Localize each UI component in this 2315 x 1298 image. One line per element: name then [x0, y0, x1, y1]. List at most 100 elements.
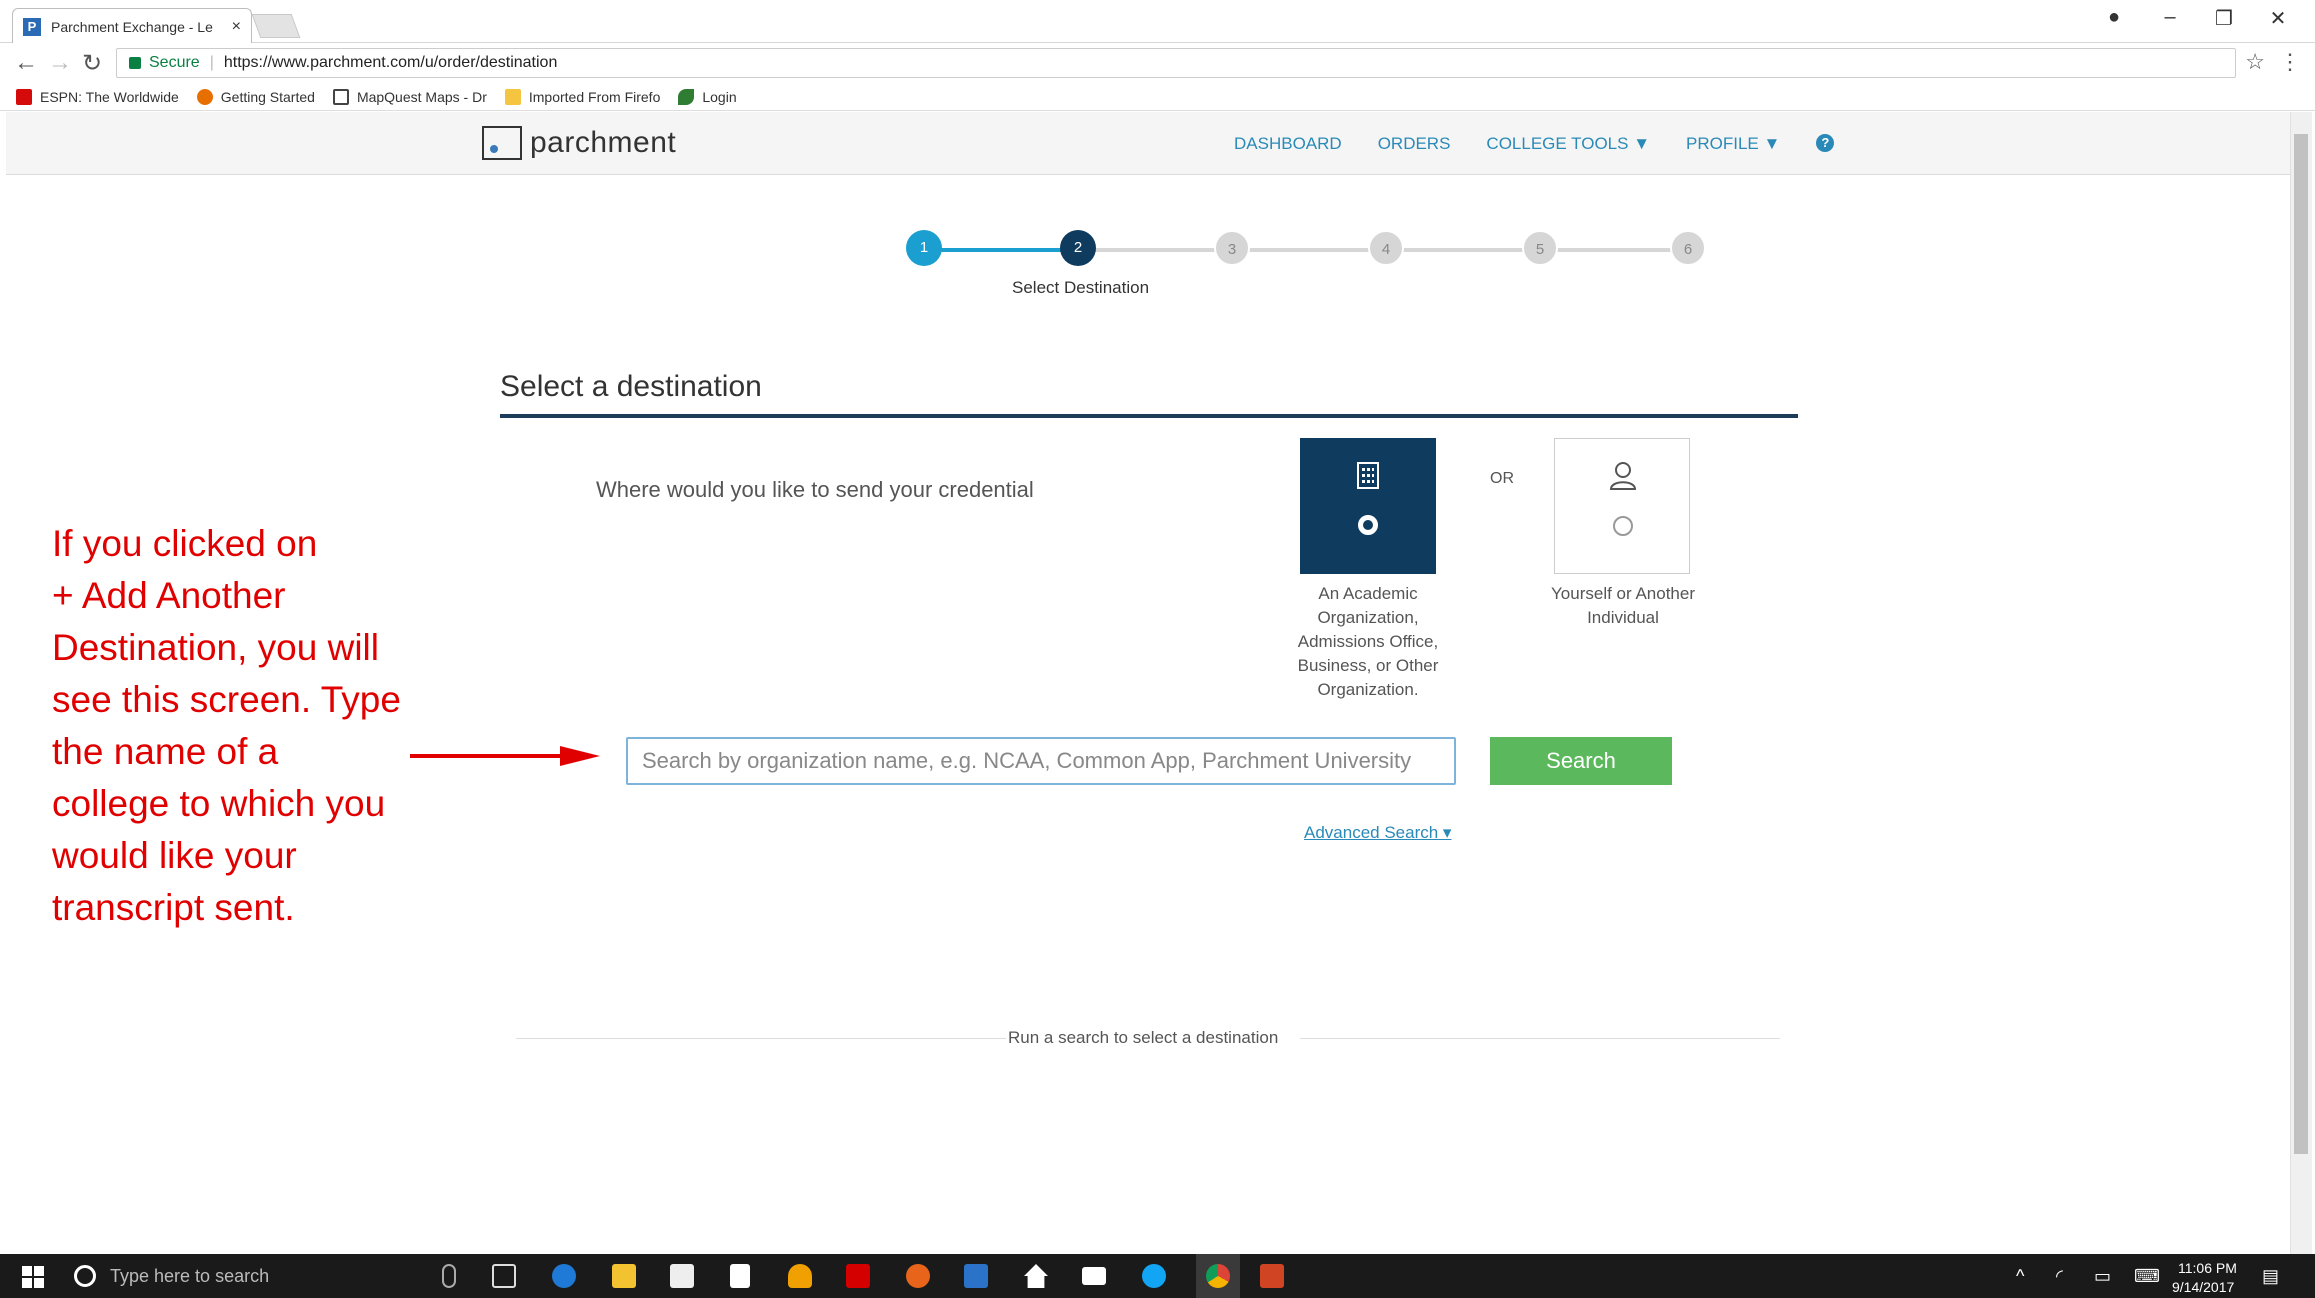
new-tab-button[interactable]: [251, 14, 301, 38]
choice-individual[interactable]: [1554, 438, 1690, 574]
parchment-favicon-icon: P: [23, 17, 41, 36]
powerpoint-icon[interactable]: [1260, 1264, 1284, 1288]
annotation-line: Destination, you will: [52, 627, 379, 668]
bookmark-label: ESPN: The Worldwide: [40, 88, 179, 105]
results-placeholder-text: Run a search to select a destination: [1008, 1028, 1279, 1047]
logo-mark-icon: [482, 126, 522, 160]
page-title: Select a destination: [500, 370, 762, 403]
windows-taskbar: Type here to search ^ ◜ ▭ ⌨ 11:06 PM 9/1…: [0, 1254, 2315, 1298]
url-text: https://www.parchment.com/u/order/destin…: [223, 54, 558, 71]
remote-desktop-icon[interactable]: [964, 1264, 988, 1288]
windows-start-icon[interactable]: [22, 1266, 44, 1288]
tab-close-icon[interactable]: ×: [232, 18, 241, 36]
adobe-icon[interactable]: [846, 1264, 870, 1288]
espn-icon: [16, 88, 32, 105]
annotation-line: If you clicked on: [52, 523, 318, 564]
search-button[interactable]: Search: [1490, 737, 1672, 785]
address-bar[interactable]: Secure | https://www.parchment.com/u/ord…: [116, 48, 2236, 78]
annotation-line: college to which you: [52, 783, 386, 824]
taskbar-search-input[interactable]: Type here to search: [110, 1266, 269, 1287]
nav-profile[interactable]: PROFILE ▼: [1686, 134, 1780, 154]
clock-time[interactable]: 11:06 PM: [2178, 1260, 2237, 1276]
choice-organization[interactable]: [1300, 438, 1436, 574]
headphones-icon[interactable]: [788, 1264, 812, 1288]
microphone-icon[interactable]: [442, 1264, 456, 1288]
scrollbar-thumb[interactable]: [2294, 134, 2308, 1154]
minimize-icon[interactable]: –: [2150, 6, 2190, 29]
person-icon: [1609, 462, 1637, 490]
section-divider: [500, 414, 1798, 418]
logo-text: parchment: [530, 126, 677, 159]
step-3: 3: [1214, 230, 1250, 266]
results-divider-right: [1300, 1038, 1780, 1039]
individual-radio[interactable]: [1613, 516, 1633, 536]
url-separator: |: [209, 54, 214, 71]
browser-tab[interactable]: P Parchment Exchange - Le ×: [12, 8, 252, 44]
mail-icon[interactable]: [1082, 1267, 1106, 1285]
bookmark-item[interactable]: Getting Started: [196, 88, 315, 105]
home-icon[interactable]: [1024, 1264, 1048, 1288]
skype-icon[interactable]: [1142, 1264, 1166, 1288]
organization-radio[interactable]: [1358, 515, 1378, 535]
annotation-line: would like your: [52, 835, 297, 876]
advanced-search-link[interactable]: Advanced Search ▾: [1304, 823, 1451, 843]
step-2: 2: [1060, 230, 1096, 266]
or-label: OR: [1490, 470, 1514, 487]
login-icon: [678, 88, 695, 105]
step-1: 1: [906, 230, 942, 266]
organization-caption: An Academic Organization, Admissions Off…: [1297, 584, 1439, 699]
restore-icon[interactable]: ❐: [2204, 6, 2244, 31]
tab-title: Parchment Exchange - Le: [51, 18, 213, 35]
keyboard-icon[interactable]: ⌨: [2134, 1266, 2160, 1287]
store-icon[interactable]: [670, 1264, 694, 1288]
notepad-icon[interactable]: [730, 1264, 750, 1288]
firefox-icon[interactable]: [906, 1264, 930, 1288]
edge-icon[interactable]: [552, 1264, 576, 1288]
lock-icon: [129, 57, 141, 69]
bookmark-item[interactable]: MapQuest Maps - Dr: [332, 88, 487, 105]
progress-stepper: 1 2 3 4 5 6: [906, 230, 1706, 270]
wifi-icon[interactable]: ◜: [2056, 1266, 2063, 1287]
tray-chevron-icon[interactable]: ^: [2016, 1266, 2024, 1287]
bookmark-label: Imported From Firefo: [528, 88, 661, 105]
bookmark-item[interactable]: ESPN: The Worldwide: [16, 88, 179, 105]
annotation-line: see this screen. Type: [52, 679, 401, 720]
parchment-logo[interactable]: parchment: [482, 126, 676, 160]
browser-toolbar: ← → ↻ Secure | https://www.parchment.com…: [0, 43, 2315, 83]
site-header: parchment DASHBOARD ORDERS COLLEGE TOOLS…: [6, 112, 2290, 175]
profile-icon[interactable]: ●: [2094, 6, 2134, 29]
annotation-line: the name of a: [52, 731, 279, 772]
browser-tab-bar: P Parchment Exchange - Le × ● – ❐ ✕: [0, 0, 2315, 44]
nav-dashboard[interactable]: DASHBOARD: [1234, 134, 1342, 154]
battery-icon[interactable]: ▭: [2094, 1266, 2111, 1287]
bookmark-item[interactable]: Login: [678, 88, 737, 105]
task-view-icon[interactable]: [492, 1264, 516, 1288]
close-window-icon[interactable]: ✕: [2258, 6, 2298, 31]
forward-icon[interactable]: →: [48, 49, 72, 77]
chrome-icon[interactable]: [1206, 1264, 1230, 1288]
bookmark-label: Login: [702, 88, 737, 105]
reload-icon[interactable]: ↻: [82, 49, 102, 78]
map-icon: [332, 88, 349, 105]
firefox-icon: [196, 88, 213, 105]
annotation-line: + Add Another: [52, 575, 286, 616]
nav-orders[interactable]: ORDERS: [1378, 134, 1451, 154]
help-icon[interactable]: ?: [1816, 134, 1835, 152]
stepper-line-done: [924, 248, 1078, 252]
building-icon: [1357, 462, 1379, 489]
instruction-annotation: If you clicked on + Add Another Destinat…: [52, 518, 401, 934]
notifications-icon[interactable]: ▤: [2262, 1266, 2279, 1287]
back-icon[interactable]: ←: [14, 49, 38, 77]
clock-date[interactable]: 9/14/2017: [2172, 1279, 2234, 1295]
cortana-icon[interactable]: [74, 1265, 96, 1287]
nav-college-tools[interactable]: COLLEGE TOOLS ▼: [1486, 134, 1650, 154]
organization-search-input[interactable]: [626, 737, 1456, 785]
results-divider-left: [516, 1038, 1006, 1039]
bookmark-label: Getting Started: [220, 88, 315, 105]
bookmark-star-icon[interactable]: ☆: [2245, 49, 2265, 75]
annotation-line: transcript sent.: [52, 887, 295, 928]
bookmark-item[interactable]: Imported From Firefo: [504, 88, 661, 105]
browser-menu-icon[interactable]: ⋮: [2279, 49, 2301, 75]
destination-question: Where would you like to send your creden…: [596, 477, 1034, 502]
file-explorer-icon[interactable]: [612, 1264, 636, 1288]
